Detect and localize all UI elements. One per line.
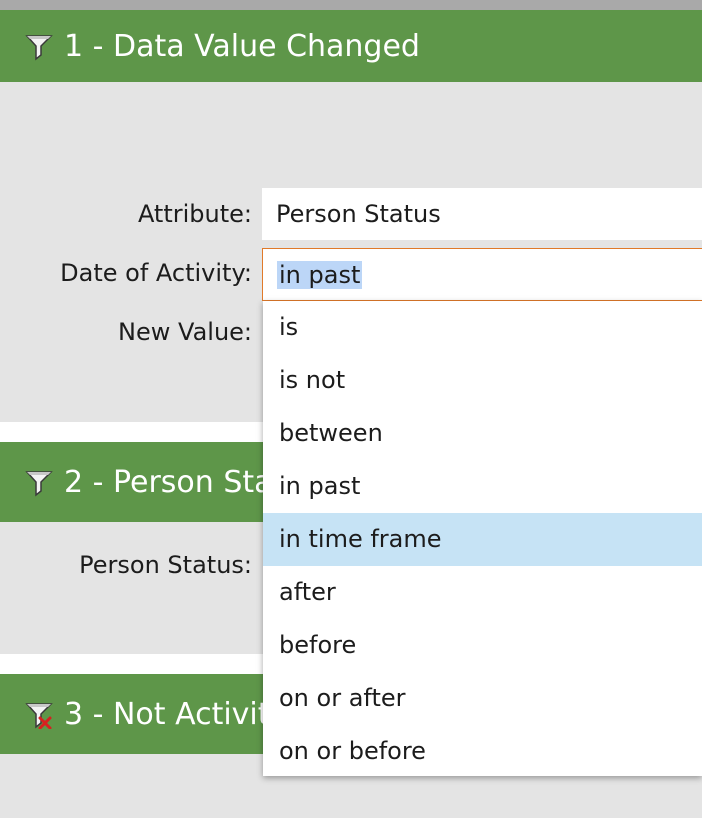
filter-disabled-icon (25, 703, 53, 729)
dropdown-option-is[interactable]: is (263, 301, 702, 354)
dropdown-option-on-or-after[interactable]: on or after (263, 672, 702, 725)
attribute-field[interactable]: Person Status (262, 188, 702, 240)
section-header-1[interactable]: 1 - Data Value Changed (0, 10, 702, 82)
section-title-1: 1 - Data Value Changed (64, 28, 420, 64)
new-value-label: New Value: (118, 318, 252, 346)
attribute-value: Person Status (276, 200, 441, 228)
date-of-activity-select[interactable]: in past (262, 248, 702, 301)
dropdown-option-before[interactable]: before (263, 619, 702, 672)
filter-icon (25, 35, 53, 61)
dropdown-option-in-past[interactable]: in past (263, 460, 702, 513)
dropdown-option-between[interactable]: between (263, 407, 702, 460)
date-of-activity-dropdown[interactable]: is is not between in past in time frame … (263, 301, 702, 776)
dropdown-option-in-time-frame[interactable]: in time frame (263, 513, 702, 566)
dropdown-option-after[interactable]: after (263, 566, 702, 619)
window-top-bar (0, 0, 702, 10)
date-of-activity-label: Date of Activity: (60, 259, 252, 287)
filter-icon (25, 471, 53, 497)
date-of-activity-value: in past (277, 260, 363, 289)
person-status-label: Person Status: (79, 551, 252, 579)
dropdown-option-is-not[interactable]: is not (263, 354, 702, 407)
section-title-3: 3 - Not Activity (64, 696, 288, 732)
attribute-label: Attribute: (137, 200, 252, 228)
dropdown-option-on-or-before[interactable]: on or before (263, 725, 702, 778)
